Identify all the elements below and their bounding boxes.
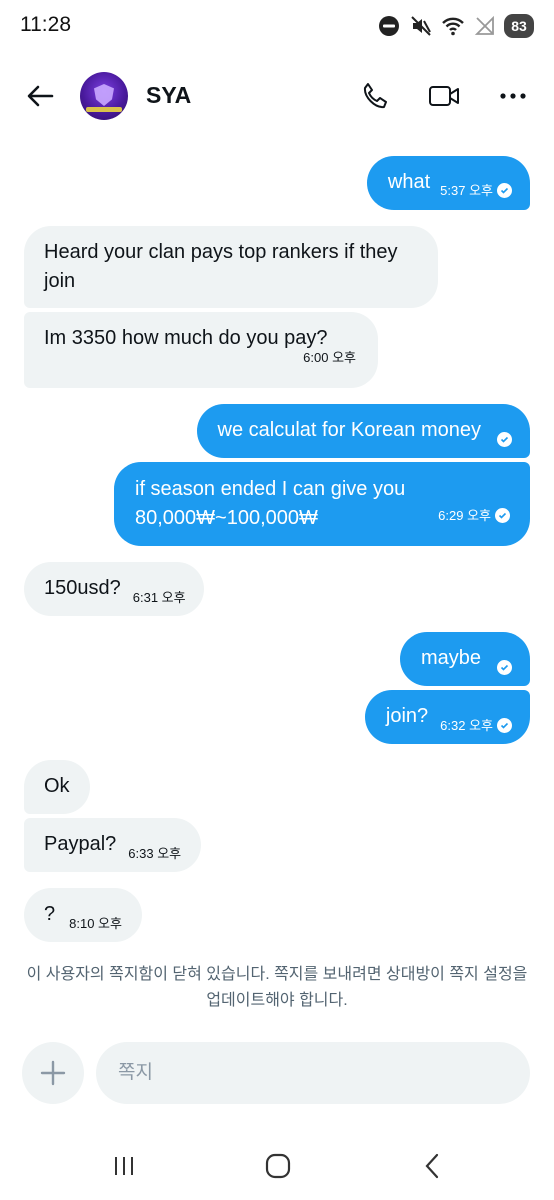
read-check-icon — [497, 659, 512, 675]
battery-icon: 83 — [504, 14, 534, 38]
message-meta: 6:31 오후 — [133, 578, 186, 616]
back-button[interactable] — [22, 78, 58, 114]
message-meta: 6:33 오후 — [128, 834, 181, 872]
more-options-button[interactable] — [493, 76, 533, 116]
message-meta: 6:00 오후 — [303, 343, 356, 372]
status-time: 11:28 — [20, 13, 71, 36]
message-meta: 5:37 오후 — [440, 171, 512, 210]
message-bubble-incoming[interactable]: Paypal? 6:33 오후 — [24, 818, 202, 872]
read-check-icon — [497, 717, 512, 733]
message-meta: 8:10 오후 — [69, 904, 122, 942]
message-meta — [497, 648, 512, 686]
message-bubble-incoming[interactable]: ? 8:10 오후 — [24, 888, 142, 942]
message-input[interactable] — [96, 1042, 530, 1104]
system-back-button[interactable] — [412, 1146, 452, 1186]
message-time: 6:31 오후 — [132, 589, 186, 605]
recent-apps-icon — [115, 1157, 133, 1175]
video-call-button[interactable] — [424, 76, 464, 116]
message-time: 8:10 오후 — [69, 915, 122, 931]
message-bubble-outgoing[interactable]: we calculat for Korean money — [196, 404, 530, 458]
call-button[interactable] — [355, 76, 395, 116]
no-signal-icon — [472, 13, 498, 39]
message-text: ? — [44, 903, 56, 925]
video-icon — [429, 86, 459, 106]
message-text: maybe — [420, 647, 481, 669]
message-meta: 6:29 오후 — [438, 501, 510, 530]
conversation-header: SYA — [0, 60, 554, 132]
message-time: 6:32 오후 — [440, 717, 493, 733]
message-text: if season ended I can give you 80,000₩~1… — [135, 478, 406, 529]
message-meta — [497, 420, 512, 458]
message-bubble-incoming[interactable]: 150usd? 6:31 오후 — [24, 562, 204, 616]
message-text: 150usd? — [44, 577, 121, 599]
more-icon — [500, 93, 526, 99]
recent-apps-button[interactable] — [104, 1146, 144, 1186]
read-check-icon — [497, 431, 512, 447]
message-bubble-incoming[interactable]: Ok — [24, 760, 90, 814]
contact-name[interactable]: SYA — [146, 82, 191, 109]
message-meta: 6:32 오후 — [440, 706, 512, 744]
message-text: Heard your clan pays top rankers if they… — [44, 241, 398, 292]
message-text: join? — [385, 705, 429, 727]
home-icon — [265, 1153, 291, 1179]
wifi-icon — [440, 13, 466, 39]
message-bubble-outgoing[interactable]: join? 6:32 오후 — [364, 690, 530, 744]
message-time: 6:29 오후 — [438, 508, 491, 523]
message-text: Ok — [44, 775, 70, 797]
chevron-left-icon — [425, 1153, 439, 1179]
message-text: Paypal? — [44, 833, 117, 855]
do-not-disturb-icon — [376, 13, 402, 39]
message-time: 5:37 오후 — [440, 183, 493, 198]
message-bubble-outgoing[interactable]: if season ended I can give you 80,000₩~1… — [114, 462, 530, 546]
status-bar: 11:28 83 — [0, 0, 554, 52]
message-time: 6:33 오후 — [128, 845, 182, 861]
phone-icon — [363, 83, 387, 109]
message-bubble-incoming[interactable]: Heard your clan pays top rankers if they… — [24, 226, 438, 308]
clan-crest-icon — [94, 84, 114, 106]
status-icons: 83 — [376, 12, 534, 40]
message-text: what — [387, 171, 431, 193]
back-arrow-icon — [27, 85, 54, 107]
message-bubble-incoming[interactable]: Im 3350 how much do you pay? 6:00 오후 — [24, 312, 378, 388]
message-bubble-outgoing[interactable]: what 5:37 오후 — [366, 156, 530, 210]
add-media-button[interactable] — [22, 1042, 84, 1104]
message-text: we calculat for Korean money — [217, 419, 481, 441]
avatar[interactable] — [80, 72, 128, 120]
message-bubble-outgoing[interactable]: maybe — [399, 632, 530, 686]
message-time: 6:00 오후 — [303, 350, 356, 365]
read-check-icon — [497, 183, 512, 198]
mute-icon — [408, 13, 434, 39]
home-button[interactable] — [258, 1146, 298, 1186]
system-nav-bar — [0, 1140, 554, 1192]
read-check-icon — [495, 508, 510, 523]
plus-icon — [40, 1060, 66, 1086]
inbox-closed-notice: 이 사용자의 쪽지함이 닫혀 있습니다. 쪽지를 보내려면 상대방이 쪽지 설정… — [26, 966, 528, 1009]
